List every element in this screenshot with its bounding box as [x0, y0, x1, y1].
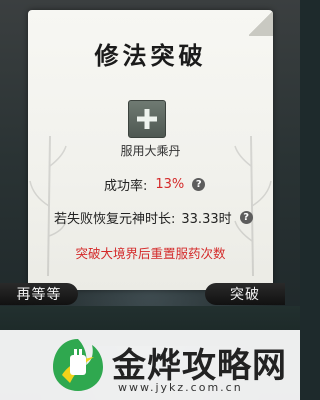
- wait-button[interactable]: 再等等: [0, 283, 78, 305]
- success-rate-label: 成功率:: [104, 179, 148, 194]
- use-pill-button[interactable]: [128, 100, 166, 138]
- plus-icon: [137, 109, 157, 129]
- warning-text: 突破大境界后重置服药次数: [75, 246, 226, 261]
- item-label: 服用大乘丹: [120, 144, 181, 158]
- breakthrough-button[interactable]: 突破: [205, 283, 285, 305]
- fail-recovery-label: 若失败恢复元神时长:: [54, 212, 176, 227]
- fail-recovery-row: 若失败恢复元神时长: 33.33时 ?: [54, 208, 253, 227]
- help-icon[interactable]: ?: [192, 178, 206, 191]
- watermark-url: www.jykz.com.cn: [118, 381, 243, 394]
- breakthrough-dialog: 修法突破 服用大乘丹 成功率: 13% ? 若失败恢复元神时长: 33.33时 …: [28, 10, 273, 290]
- watermark-title: 金烨攻略网: [112, 346, 287, 386]
- watermark-logo-icon: [53, 339, 103, 391]
- help-icon[interactable]: ?: [239, 211, 253, 224]
- dialog-title: 修法突破: [94, 41, 207, 70]
- dialog-corner-decoration: [249, 10, 273, 36]
- success-rate-row: 成功率: 13% ?: [104, 175, 206, 194]
- success-rate-value: 13%: [155, 177, 185, 192]
- fail-recovery-value: 33.33时: [181, 212, 232, 227]
